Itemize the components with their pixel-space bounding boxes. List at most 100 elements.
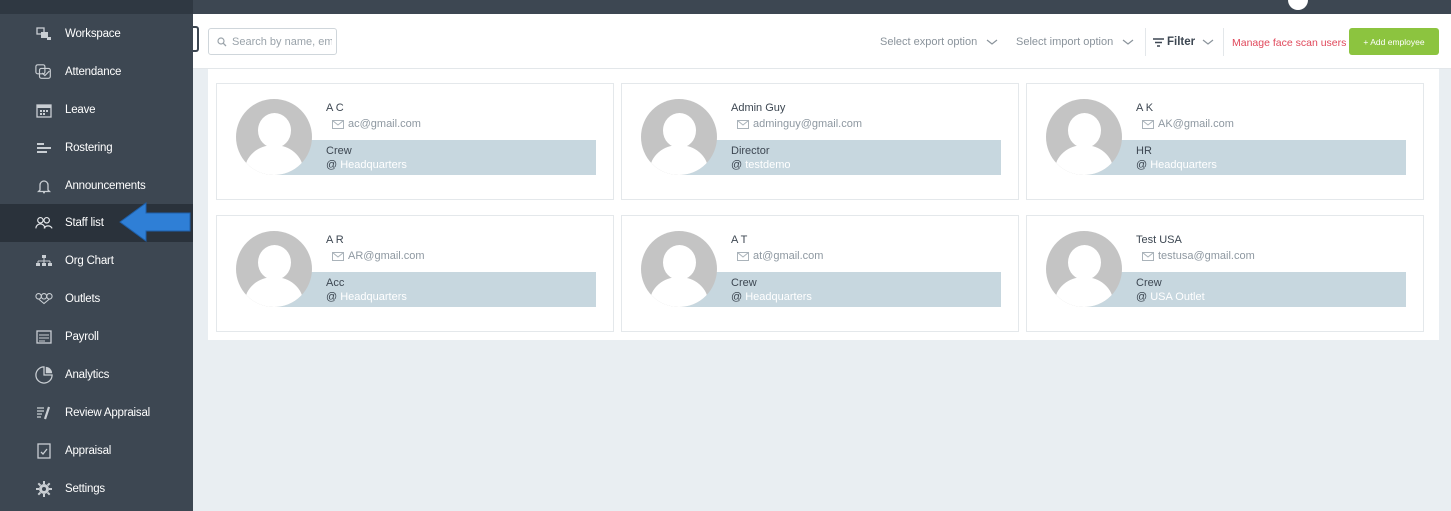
sidebar-item-rostering[interactable]: Rostering [0, 129, 193, 167]
mail-icon [332, 251, 344, 261]
at-symbol: @ [1136, 159, 1148, 171]
avatar-placeholder-icon [1046, 231, 1122, 307]
sidebar-item-review-appraisal[interactable]: Review Appraisal [0, 394, 193, 432]
sidebar-item-label: Announcements [65, 180, 146, 192]
toolbar: Select export option Select import optio… [193, 14, 1451, 69]
search-box[interactable] [208, 28, 337, 55]
employee-name: A K [1136, 102, 1154, 114]
toolbar-divider [1223, 28, 1224, 56]
employee-email-text: at@gmail.com [753, 250, 824, 262]
sidebar-item-appraisal[interactable]: Appraisal [0, 432, 193, 470]
location-name: Headquarters [1150, 159, 1217, 171]
sidebar-item-label: Org Chart [65, 255, 114, 267]
employee-role: HR [1136, 145, 1152, 157]
sidebar-item-workspace[interactable]: Workspace [0, 15, 193, 53]
export-select-label: Select export option [880, 36, 978, 48]
sidebar-top-strip [0, 0, 193, 14]
top-bar [193, 0, 1451, 14]
sidebar-item-announcements[interactable]: Announcements [0, 167, 193, 205]
sidebar-item-label: Appraisal [65, 445, 112, 457]
at-symbol: @ [326, 291, 338, 303]
chevron-down-icon [1202, 39, 1214, 45]
location-name: Headquarters [340, 159, 407, 171]
payroll-icon [35, 329, 53, 345]
employee-card[interactable]: A K AK@gmail.com HR @ Headquarters [1026, 83, 1424, 200]
analytics-icon [35, 366, 53, 384]
sidebar-item-label: Outlets [65, 293, 101, 305]
sidebar-item-settings[interactable]: Settings [0, 470, 193, 508]
at-symbol: @ [731, 291, 743, 303]
employee-role: Acc [326, 277, 345, 289]
employee-location: @ USA Outlet [1136, 291, 1205, 303]
chevron-down-icon [1122, 39, 1134, 45]
employee-location: @ Headquarters [731, 291, 812, 303]
search-input[interactable] [232, 35, 332, 48]
employee-email-text: AR@gmail.com [348, 250, 425, 262]
employee-role: Director [731, 145, 770, 157]
employee-role: Crew [731, 277, 757, 289]
staff-grid: A C ac@gmail.com Crew @ Headquarters Adm… [208, 69, 1439, 340]
sidebar-item-leave[interactable]: Leave [0, 91, 193, 129]
employee-name: Admin Guy [731, 102, 786, 114]
bell-icon [35, 178, 53, 194]
sidebar-item-label: Leave [65, 104, 96, 116]
sidebar-item-label: Payroll [65, 331, 99, 343]
avatar-placeholder-icon [236, 231, 312, 307]
employee-card[interactable]: Admin Guy adminguy@gmail.com Director @ … [621, 83, 1019, 200]
location-name: Headquarters [745, 291, 812, 303]
pointer-arrow-icon [119, 202, 191, 242]
rostering-icon [35, 140, 53, 156]
mail-icon [1142, 119, 1154, 129]
location-name: testdemo [745, 159, 791, 171]
sidebar-item-label: Staff list [65, 217, 104, 229]
role-box: Director @ testdemo [682, 140, 1001, 175]
employee-role: Crew [1136, 277, 1162, 289]
workspace-icon [35, 26, 53, 42]
role-box: Crew @ Headquarters [682, 272, 1001, 307]
avatar-placeholder-icon [641, 231, 717, 307]
export-select[interactable]: Select export option [880, 36, 998, 48]
sidebar-item-attendance[interactable]: Attendance [0, 53, 193, 91]
employee-card[interactable]: A C ac@gmail.com Crew @ Headquarters [216, 83, 614, 200]
chevron-down-icon [986, 39, 998, 45]
employee-card[interactable]: A T at@gmail.com Crew @ Headquarters [621, 215, 1019, 332]
sidebar-item-analytics[interactable]: Analytics [0, 356, 193, 394]
employee-email-text: ac@gmail.com [348, 118, 421, 130]
sidebar: Workspace Attendance Leave Rostering Ann… [0, 0, 193, 511]
user-avatar-icon[interactable] [1288, 0, 1308, 10]
employee-email-text: adminguy@gmail.com [753, 118, 862, 130]
sidebar-item-label: Review Appraisal [65, 407, 151, 419]
org-chart-icon [35, 253, 53, 269]
import-select[interactable]: Select import option [1016, 36, 1134, 48]
add-employee-button[interactable]: + Add employee [1349, 28, 1439, 55]
toolbar-divider [1145, 28, 1146, 56]
employee-name: A T [731, 234, 748, 246]
role-box: HR @ Headquarters [1087, 140, 1406, 175]
search-icon [217, 36, 227, 46]
sidebar-item-org-chart[interactable]: Org Chart [0, 242, 193, 280]
mail-icon [737, 119, 749, 129]
employee-card[interactable]: A R AR@gmail.com Acc @ Headquarters [216, 215, 614, 332]
sidebar-item-label: Attendance [65, 66, 122, 78]
appraisal-icon [35, 443, 53, 459]
employee-location: @ Headquarters [326, 291, 407, 303]
employee-email-text: AK@gmail.com [1158, 118, 1234, 130]
toolbar-stub [193, 26, 199, 52]
employee-email: at@gmail.com [737, 250, 823, 262]
sidebar-item-label: Settings [65, 483, 105, 495]
outlets-icon [35, 291, 53, 307]
import-select-label: Select import option [1016, 36, 1114, 48]
employee-card[interactable]: Test USA testusa@gmail.com Crew @ USA Ou… [1026, 215, 1424, 332]
review-appraisal-icon [35, 405, 53, 421]
role-box: Acc @ Headquarters [277, 272, 596, 307]
leave-calendar-icon [35, 102, 53, 118]
at-symbol: @ [1136, 291, 1148, 303]
role-box: Crew @ Headquarters [277, 140, 596, 175]
manage-face-scan-link[interactable]: Manage face scan users [1232, 37, 1346, 49]
mail-icon [332, 119, 344, 129]
mail-icon [1142, 251, 1154, 261]
attendance-icon [35, 64, 53, 80]
filter-button[interactable]: Filter [1153, 36, 1214, 48]
sidebar-item-outlets[interactable]: Outlets [0, 280, 193, 318]
sidebar-item-payroll[interactable]: Payroll [0, 318, 193, 356]
